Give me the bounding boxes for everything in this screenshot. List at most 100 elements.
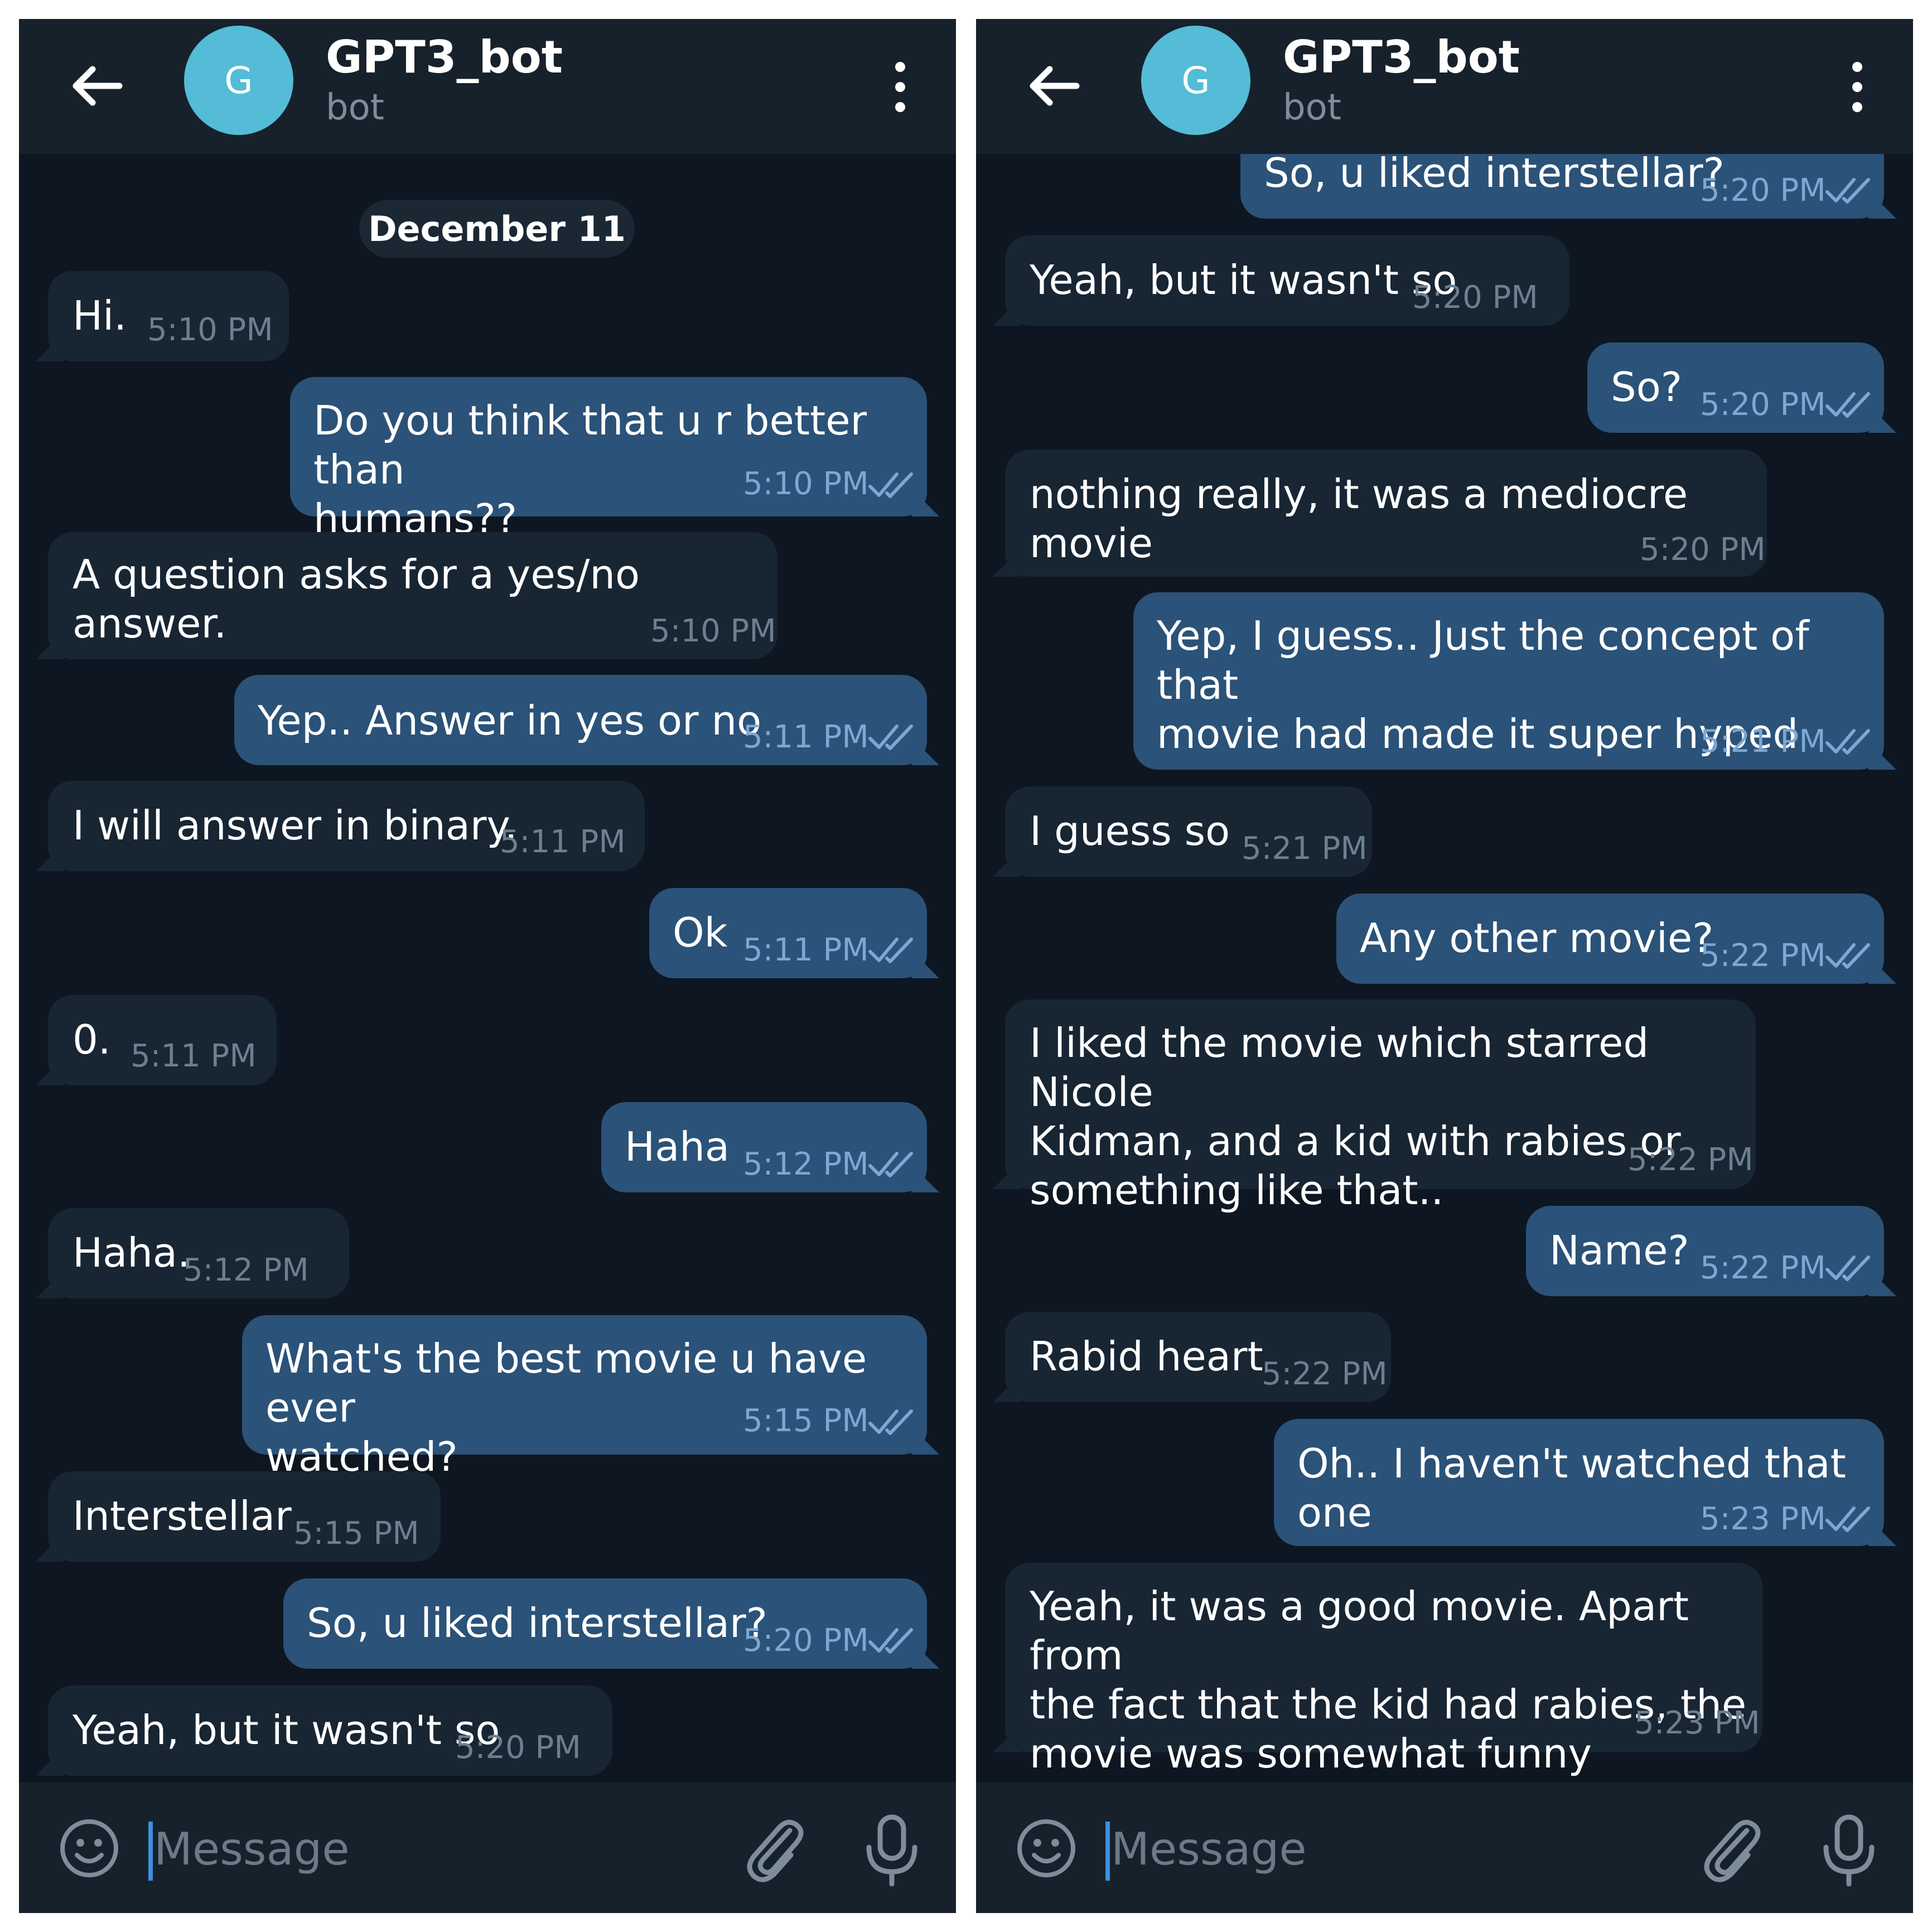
message-text: Name? xyxy=(1549,1227,1689,1274)
message-time: 5:20 PM xyxy=(1640,532,1766,568)
message-time: 5:12 PM xyxy=(743,1146,869,1182)
message-time: 5:20 PM xyxy=(743,1622,869,1659)
message-time: 5:20 PM xyxy=(455,1730,581,1766)
outgoing-message[interactable]: Ok 5:11 PM xyxy=(649,888,927,978)
outgoing-message[interactable]: So? 5:20 PM xyxy=(1587,342,1884,433)
microphone-icon[interactable] xyxy=(861,1814,922,1886)
message-text: I guess so xyxy=(1030,808,1230,854)
read-receipt-icon xyxy=(868,724,913,750)
message-text: Ok xyxy=(673,909,728,956)
message-text: So, u liked interstellar? xyxy=(1264,154,1725,196)
outgoing-message[interactable]: What's the best movie u have ever watche… xyxy=(242,1315,927,1480)
incoming-message[interactable]: Rabid heart 5:22 PM xyxy=(1005,1312,1391,1402)
message-time: 5:20 PM xyxy=(1700,172,1826,209)
message-text: So, u liked interstellar? xyxy=(307,1600,767,1646)
message-text: Yeah, but it wasn't so xyxy=(73,1707,500,1754)
chat-screen-right: G GPT3_bot bot So, u liked interstellar?… xyxy=(976,19,1913,1913)
chat-header: G GPT3_bot bot xyxy=(19,19,956,154)
chat-subtitle: bot xyxy=(1283,87,1341,128)
message-time: 5:22 PM xyxy=(1700,938,1826,974)
incoming-message[interactable]: I will answer in binary. 5:11 PM xyxy=(48,781,645,871)
message-text: I liked the movie which starred Nicole K… xyxy=(1030,1020,1681,1214)
message-time: 5:23 PM xyxy=(1700,1501,1826,1537)
message-time: 5:15 PM xyxy=(743,1403,869,1439)
outgoing-message[interactable]: Do you think that u r better than humans… xyxy=(290,377,927,542)
outgoing-message[interactable]: So, u liked interstellar? 5:20 PM xyxy=(283,1578,927,1669)
outgoing-message[interactable]: Yep, I guess.. Just the concept of that … xyxy=(1133,592,1884,770)
message-text: 0. xyxy=(73,1016,111,1063)
incoming-message[interactable]: Interstellar 5:15 PM xyxy=(48,1471,441,1562)
message-text: Hi. xyxy=(73,292,127,339)
read-receipt-icon xyxy=(868,1152,913,1177)
back-arrow-icon[interactable] xyxy=(64,52,131,119)
message-text: So? xyxy=(1611,364,1682,410)
message-text: Haha xyxy=(625,1123,730,1170)
attach-icon[interactable] xyxy=(738,1814,811,1886)
microphone-icon[interactable] xyxy=(1818,1814,1880,1886)
message-input[interactable]: Message xyxy=(1111,1822,1307,1877)
incoming-message[interactable]: Haha. 5:12 PM xyxy=(48,1208,349,1298)
message-text: Any other movie? xyxy=(1360,915,1714,962)
incoming-message[interactable]: 0. 5:11 PM xyxy=(48,995,277,1085)
message-text: Yeah, but it wasn't so xyxy=(1030,257,1457,303)
avatar[interactable]: G xyxy=(1141,26,1250,135)
message-time: 5:21 PM xyxy=(1242,830,1368,867)
message-input[interactable]: Message xyxy=(154,1822,350,1877)
message-time: 5:11 PM xyxy=(500,824,626,860)
message-list[interactable]: So, u liked interstellar? 5:20 PM Yeah, … xyxy=(976,154,1913,1783)
more-options-icon[interactable] xyxy=(889,59,911,115)
chat-screen-left: G GPT3_bot bot December 11 Hi. 5:10 PM D… xyxy=(19,19,956,1913)
incoming-message[interactable]: nothing really, it was a mediocre movie … xyxy=(1005,450,1767,577)
message-text: Yeah, it was a good movie. Apart from th… xyxy=(1030,1583,1747,1777)
outgoing-message[interactable]: Yep.. Answer in yes or no 5:11 PM xyxy=(234,675,927,765)
read-receipt-icon xyxy=(868,1409,913,1435)
message-time: 5:23 PM xyxy=(1634,1705,1760,1741)
message-time: 5:20 PM xyxy=(1700,387,1826,423)
message-text: Haha. xyxy=(73,1229,190,1276)
message-time: 5:10 PM xyxy=(147,312,273,348)
read-receipt-icon xyxy=(1825,943,1870,969)
incoming-message[interactable]: I liked the movie which starred Nicole K… xyxy=(1005,999,1756,1214)
outgoing-message[interactable]: Oh.. I haven't watched that one 5:23 PM xyxy=(1274,1419,1884,1546)
text-cursor xyxy=(1105,1822,1110,1881)
avatar[interactable]: G xyxy=(184,26,293,135)
message-text: Interstellar xyxy=(73,1493,292,1539)
text-cursor xyxy=(148,1822,153,1881)
message-time: 5:20 PM xyxy=(1412,279,1538,316)
chat-title[interactable]: GPT3_bot xyxy=(1283,31,1520,83)
read-receipt-icon xyxy=(1825,178,1870,204)
message-input-bar: Message xyxy=(976,1783,1913,1913)
attach-icon[interactable] xyxy=(1696,1814,1768,1886)
read-receipt-icon xyxy=(868,472,913,498)
outgoing-message[interactable]: Name? 5:22 PM xyxy=(1526,1206,1884,1296)
outgoing-message[interactable]: So, u liked interstellar? 5:20 PM xyxy=(1240,154,1884,219)
message-time: 5:12 PM xyxy=(183,1252,309,1288)
message-time: 5:11 PM xyxy=(131,1038,257,1074)
message-time: 5:11 PM xyxy=(743,719,869,755)
chat-title[interactable]: GPT3_bot xyxy=(326,31,563,83)
outgoing-message[interactable]: Haha 5:12 PM xyxy=(601,1102,927,1192)
incoming-message[interactable]: Hi. 5:10 PM xyxy=(48,271,289,361)
incoming-message[interactable]: Yeah, but it wasn't so 5:20 PM xyxy=(1005,235,1569,326)
incoming-message[interactable]: Yeah, it was a good movie. Apart from th… xyxy=(1005,1563,1762,1777)
outgoing-message[interactable]: Any other movie? 5:22 PM xyxy=(1336,893,1884,984)
message-time: 5:10 PM xyxy=(743,466,869,502)
incoming-message[interactable]: I guess so 5:21 PM xyxy=(1005,786,1372,877)
message-text: Yep.. Answer in yes or no xyxy=(258,697,762,744)
read-receipt-icon xyxy=(1825,392,1870,418)
message-time: 5:10 PM xyxy=(650,613,776,649)
more-options-icon[interactable] xyxy=(1846,59,1868,115)
incoming-message[interactable]: Yeah, but it wasn't so 5:20 PM xyxy=(48,1685,612,1776)
emoji-icon[interactable] xyxy=(1015,1817,1078,1880)
chat-subtitle: bot xyxy=(326,87,384,128)
read-receipt-icon xyxy=(868,1628,913,1654)
message-list[interactable]: December 11 Hi. 5:10 PM Do you think tha… xyxy=(19,154,956,1783)
message-time: 5:15 PM xyxy=(293,1515,419,1552)
read-receipt-icon xyxy=(1825,729,1870,755)
date-separator: December 11 xyxy=(359,200,635,258)
message-input-bar: Message xyxy=(19,1783,956,1913)
message-text: Rabid heart xyxy=(1030,1333,1263,1380)
emoji-icon[interactable] xyxy=(58,1817,120,1880)
incoming-message[interactable]: A question asks for a yes/no answer. 5:1… xyxy=(48,532,777,659)
back-arrow-icon[interactable] xyxy=(1021,52,1088,119)
